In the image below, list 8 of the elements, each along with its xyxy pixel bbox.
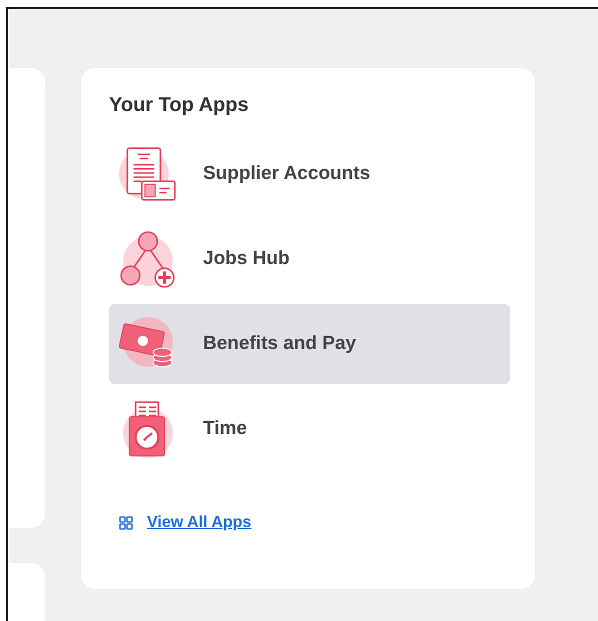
- app-item[interactable]: Jobs Hub: [109, 219, 510, 299]
- app-item[interactable]: Time: [109, 389, 510, 469]
- card-title: Your Top Apps: [109, 94, 250, 117]
- grid-icon: [119, 516, 133, 530]
- app-item[interactable]: Benefits and Pay: [109, 304, 510, 384]
- view-all-apps-link[interactable]: View All Apps: [119, 514, 252, 532]
- card-background: [8, 563, 45, 621]
- app-item[interactable]: Supplier Accounts: [109, 134, 510, 214]
